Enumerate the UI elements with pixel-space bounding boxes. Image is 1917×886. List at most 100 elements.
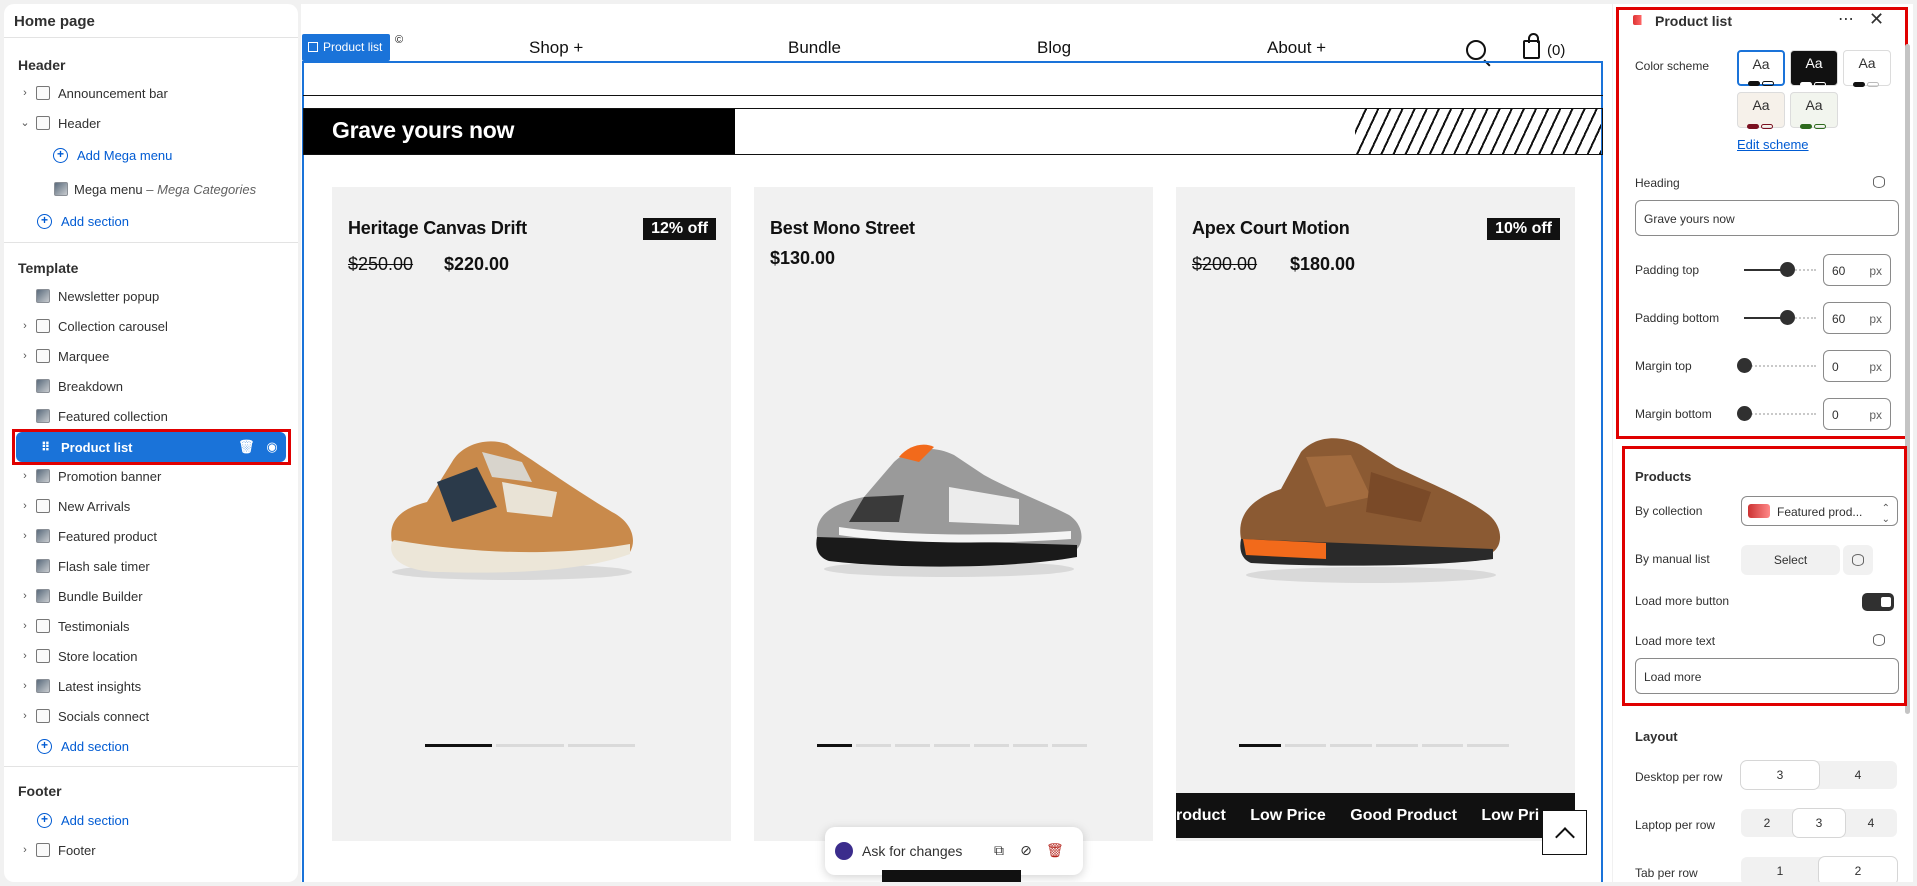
- section-newsletter-popup[interactable]: Newsletter popup: [4, 281, 298, 311]
- tab-per-row-segmented[interactable]: 1 2: [1741, 857, 1897, 882]
- input-value[interactable]: 60: [1832, 312, 1845, 326]
- add-section-footer-button[interactable]: + Add section: [4, 805, 298, 835]
- section-marquee[interactable]: › Marquee: [4, 341, 298, 371]
- margin-bottom-slider[interactable]: [1737, 406, 1816, 421]
- section-testimonials[interactable]: › Testimonials: [4, 611, 298, 641]
- padding-bottom-input[interactable]: 60 px: [1823, 302, 1891, 334]
- product-name[interactable]: Apex Court Motion: [1192, 218, 1350, 239]
- section-announcement-bar[interactable]: › Announcement bar: [4, 78, 298, 108]
- load-more-text-input[interactable]: Load more: [1635, 658, 1899, 694]
- section-new-arrivals[interactable]: › New Arrivals: [4, 491, 298, 521]
- padding-top-input[interactable]: 60 px: [1823, 254, 1891, 286]
- add-section-template-button[interactable]: + Add section: [4, 731, 298, 761]
- block-mega-menu[interactable]: Mega menu – Mega Categories: [4, 174, 298, 204]
- section-bundle-builder[interactable]: › Bundle Builder: [4, 581, 298, 611]
- hide-icon[interactable]: ⊘: [1018, 842, 1034, 858]
- chevron-right-icon[interactable]: ›: [19, 710, 31, 722]
- section-breakdown[interactable]: Breakdown: [4, 371, 298, 401]
- collection-select[interactable]: Featured prod... ⌃ ⌄: [1741, 496, 1898, 526]
- chevron-right-icon[interactable]: ›: [19, 590, 31, 602]
- margin-bottom-input[interactable]: 0 px: [1823, 398, 1891, 430]
- product-image[interactable]: [1231, 427, 1511, 587]
- load-more-toggle[interactable]: [1862, 593, 1894, 611]
- edit-scheme-link[interactable]: Edit scheme: [1737, 137, 1809, 152]
- nav-bundle[interactable]: Bundle: [788, 38, 841, 58]
- slider-dot[interactable]: [895, 744, 931, 747]
- slider-dot[interactable]: [567, 744, 635, 747]
- slider-dot[interactable]: [1467, 744, 1509, 747]
- section-featured-collection[interactable]: Featured collection: [4, 401, 298, 431]
- segment-option[interactable]: 3: [1793, 809, 1845, 837]
- product-name[interactable]: Heritage Canvas Drift: [348, 218, 527, 239]
- product-image[interactable]: [382, 422, 642, 587]
- duplicate-icon[interactable]: ⧉: [991, 842, 1007, 858]
- slider-dot[interactable]: [1012, 744, 1048, 747]
- color-scheme-swatch-2[interactable]: Aa: [1790, 50, 1838, 87]
- product-name[interactable]: Best Mono Street: [770, 218, 915, 239]
- product-card[interactable]: Apex Court Motion $200.00 $180.00 10% of…: [1176, 187, 1575, 841]
- database-icon[interactable]: [1873, 634, 1885, 646]
- ask-for-changes-button[interactable]: Ask for changes: [862, 843, 962, 859]
- dynamic-source-button[interactable]: [1843, 545, 1873, 575]
- product-card[interactable]: Best Mono Street $130.00: [754, 187, 1153, 841]
- slider-dot[interactable]: [817, 744, 853, 747]
- chevron-right-icon[interactable]: ›: [19, 650, 31, 662]
- padding-top-slider[interactable]: [1744, 262, 1816, 277]
- product-image[interactable]: [809, 427, 1089, 582]
- color-scheme-swatch-4[interactable]: Aa: [1737, 92, 1785, 129]
- cart-icon[interactable]: [1523, 33, 1540, 59]
- scroll-to-top-button[interactable]: [1542, 810, 1587, 855]
- load-more-button-preview[interactable]: [882, 870, 1021, 882]
- slider-dot[interactable]: [1051, 744, 1087, 747]
- slider-dot[interactable]: [425, 744, 493, 747]
- margin-top-input[interactable]: 0 px: [1823, 350, 1891, 382]
- heading-input[interactable]: Grave yours now: [1635, 200, 1899, 236]
- add-mega-menu-button[interactable]: + Add Mega menu: [4, 140, 298, 170]
- chevron-right-icon[interactable]: ›: [19, 530, 31, 542]
- section-footer[interactable]: › Footer: [4, 835, 298, 865]
- margin-top-slider[interactable]: [1737, 358, 1816, 373]
- desktop-per-row-segmented[interactable]: 3 4: [1741, 761, 1897, 789]
- section-socials-connect[interactable]: › Socials connect: [4, 701, 298, 731]
- input-value[interactable]: 60: [1832, 264, 1845, 278]
- chevron-right-icon[interactable]: ›: [19, 680, 31, 692]
- section-store-location[interactable]: › Store location: [4, 641, 298, 671]
- section-featured-product[interactable]: › Featured product: [4, 521, 298, 551]
- slider-dot[interactable]: [856, 744, 892, 747]
- chevron-right-icon[interactable]: ›: [19, 844, 31, 856]
- add-section-header-button[interactable]: + Add section: [4, 206, 298, 236]
- slider-dot[interactable]: [1421, 744, 1464, 747]
- segment-option[interactable]: 2: [1819, 857, 1897, 882]
- chevron-down-icon[interactable]: ⌄: [19, 117, 31, 129]
- search-icon[interactable]: [1466, 40, 1486, 60]
- nav-about[interactable]: About +: [1267, 38, 1326, 58]
- input-value[interactable]: 0: [1832, 360, 1839, 374]
- chevron-right-icon[interactable]: ›: [19, 320, 31, 332]
- chevron-right-icon[interactable]: ›: [19, 620, 31, 632]
- slider-dot[interactable]: [1239, 744, 1281, 747]
- color-scheme-swatch-3[interactable]: Aa: [1843, 50, 1891, 87]
- padding-bottom-slider[interactable]: [1744, 310, 1816, 325]
- segment-option[interactable]: 3: [1741, 761, 1819, 789]
- slider-dot[interactable]: [934, 744, 970, 747]
- segment-option[interactable]: 4: [1845, 809, 1897, 837]
- section-promotion-banner[interactable]: › Promotion banner: [4, 461, 298, 491]
- chevron-right-icon[interactable]: ›: [19, 470, 31, 482]
- section-tag[interactable]: Product list: [302, 34, 391, 61]
- section-header[interactable]: ⌄ Header: [4, 108, 298, 138]
- trash-icon[interactable]: 🗑: [1046, 842, 1064, 858]
- chevron-right-icon[interactable]: ›: [19, 500, 31, 512]
- segment-option[interactable]: 4: [1819, 761, 1897, 789]
- slider-knob[interactable]: [1737, 358, 1752, 373]
- product-card[interactable]: Heritage Canvas Drift $250.00 $220.00 12…: [332, 187, 731, 841]
- section-collection-carousel[interactable]: › Collection carousel: [4, 311, 298, 341]
- color-scheme-swatch-5[interactable]: Aa: [1790, 92, 1838, 129]
- slider-dot[interactable]: [496, 744, 564, 747]
- section-flash-sale-timer[interactable]: Flash sale timer: [4, 551, 298, 581]
- section-latest-insights[interactable]: › Latest insights: [4, 671, 298, 701]
- segment-option[interactable]: 2: [1741, 809, 1793, 837]
- color-scheme-swatch-1[interactable]: Aa: [1737, 50, 1785, 86]
- nav-blog[interactable]: Blog: [1037, 38, 1071, 58]
- segment-option[interactable]: 1: [1741, 857, 1819, 882]
- nav-shop[interactable]: Shop +: [529, 38, 583, 58]
